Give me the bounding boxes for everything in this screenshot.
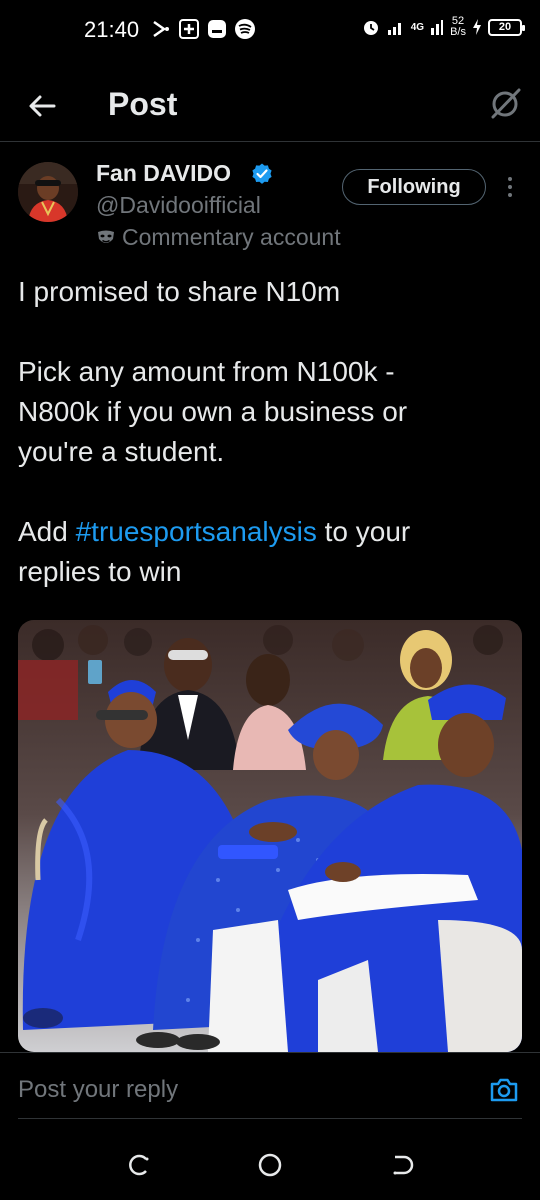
alarm-icon <box>363 21 378 35</box>
author-handle[interactable]: @Davidooifficial <box>96 192 261 219</box>
top-header: Post <box>0 72 540 142</box>
post-image[interactable] <box>18 620 522 1052</box>
spotify-icon <box>235 19 255 39</box>
page-title: Post <box>108 86 178 122</box>
system-nav-bar <box>0 1130 540 1200</box>
battery-icon: 20 <box>488 18 525 36</box>
post-line-1: I promised to share N10m <box>18 276 341 307</box>
back-nav-icon[interactable] <box>387 1150 417 1180</box>
author-avatar[interactable] <box>18 162 78 222</box>
reply-underline <box>18 1118 522 1119</box>
mask-icon <box>98 230 114 243</box>
author-name[interactable]: Fan DAVIDO <box>96 160 231 187</box>
app-box-icon <box>208 20 226 38</box>
status-notification-icons <box>150 18 256 40</box>
commentary-account-label: Commentary account <box>96 224 341 251</box>
event-photo <box>18 620 522 1052</box>
post-body: I promised to share N10m Pick any amount… <box>18 272 518 592</box>
network-speed: 52 B/s <box>450 16 466 38</box>
plus-box-icon <box>179 19 199 39</box>
battery-level: 20 <box>498 20 512 33</box>
hashtag-link[interactable]: #truesportsanalysis <box>76 516 317 547</box>
reply-divider <box>0 1052 540 1053</box>
more-icon[interactable] <box>502 174 518 200</box>
reply-input[interactable]: Post your reply <box>18 1076 178 1104</box>
signal-icon-2 <box>431 20 444 35</box>
status-system-icons: 4G 52 B/s 20 <box>361 16 525 38</box>
back-arrow-icon[interactable] <box>22 86 62 126</box>
verified-badge-icon <box>252 163 272 184</box>
post-add-prefix: Add <box>18 516 76 547</box>
commentary-text: Commentary account <box>122 224 341 250</box>
grok-icon[interactable] <box>486 84 524 122</box>
status-time: 21:40 <box>84 17 140 42</box>
status-bar: 21:40 4G 52 B/s 20 <box>0 0 540 62</box>
home-icon[interactable] <box>255 1150 285 1180</box>
speed-unit: B/s <box>450 26 466 38</box>
charging-icon <box>473 19 481 35</box>
signal-icon <box>387 23 401 35</box>
network-type: 4G <box>410 21 425 33</box>
following-button[interactable]: Following <box>342 169 486 205</box>
avatar-image <box>18 162 78 222</box>
recent-apps-icon[interactable] <box>124 1150 154 1180</box>
play-notification-icon <box>153 20 169 38</box>
camera-icon[interactable] <box>488 1074 520 1106</box>
post-paragraph-3: Add #truesportsanalysis to your replies … <box>18 512 488 592</box>
post-paragraph-2: Pick any amount from N100k - N800k if yo… <box>18 356 408 467</box>
